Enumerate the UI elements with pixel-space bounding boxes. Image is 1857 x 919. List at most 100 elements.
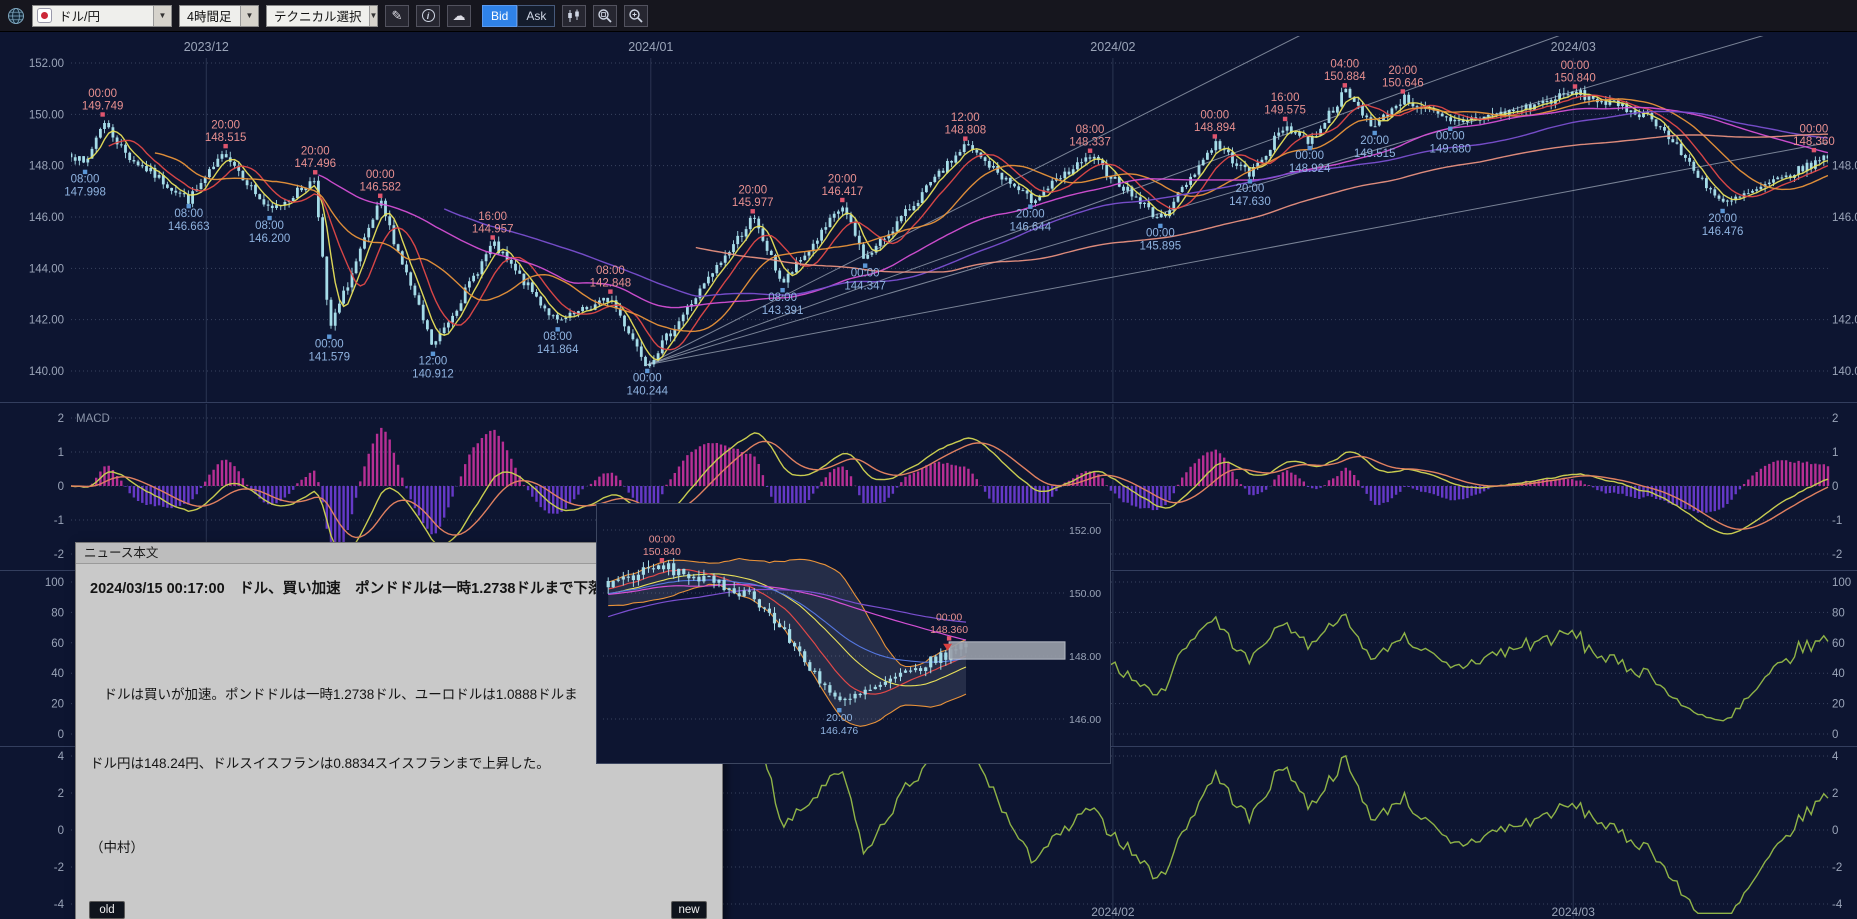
svg-text:2: 2 <box>58 788 64 800</box>
svg-text:148.924: 148.924 <box>1289 163 1331 175</box>
pencil-icon: ✎ <box>392 9 403 22</box>
svg-text:-2: -2 <box>1832 862 1842 874</box>
svg-text:08:00: 08:00 <box>596 265 625 277</box>
ask-button[interactable]: Ask <box>517 5 555 27</box>
cloud-button[interactable]: ☁ <box>447 5 471 27</box>
svg-text:140.244: 140.244 <box>627 386 669 398</box>
svg-text:150.884: 150.884 <box>1324 71 1366 83</box>
svg-text:00:00: 00:00 <box>366 169 395 181</box>
timeframe-value: 4時間足 <box>180 6 240 25</box>
technical-select-button[interactable]: テクニカル選択 ▼ <box>266 5 378 27</box>
svg-text:00:00: 00:00 <box>1561 60 1590 72</box>
trading-app: ドル/円 ▼ 4時間足 ▼ テクニカル選択 ▼ ✎ i ☁ Bid Ask <box>0 0 1857 919</box>
svg-text:MACD: MACD <box>76 413 110 425</box>
chart-type-button[interactable] <box>562 5 586 27</box>
svg-text:-4: -4 <box>1832 899 1843 911</box>
svg-text:145.895: 145.895 <box>1140 241 1182 253</box>
svg-text:152.00: 152.00 <box>1069 525 1101 537</box>
globe-icon <box>7 7 25 25</box>
svg-text:-2: -2 <box>1832 549 1842 561</box>
svg-text:2: 2 <box>58 413 64 425</box>
svg-text:146.663: 146.663 <box>168 221 210 233</box>
svg-text:20:00: 20:00 <box>211 119 240 131</box>
svg-text:20: 20 <box>1832 699 1845 711</box>
svg-text:80: 80 <box>1832 607 1845 619</box>
svg-text:20:00: 20:00 <box>1016 208 1045 220</box>
svg-text:16:00: 16:00 <box>478 211 507 223</box>
svg-text:1: 1 <box>1832 447 1838 459</box>
price-candlestick-chart[interactable]: 152.00150.00148.00146.00144.00142.00140.… <box>0 32 1857 402</box>
svg-text:100: 100 <box>45 577 64 589</box>
svg-text:143.391: 143.391 <box>762 305 804 317</box>
svg-text:142.00: 142.00 <box>29 315 64 327</box>
svg-text:148.360: 148.360 <box>930 624 968 636</box>
svg-text:60: 60 <box>51 638 64 650</box>
svg-text:20:00: 20:00 <box>1708 213 1737 225</box>
old-button[interactable]: old <box>89 901 125 919</box>
svg-text:-4: -4 <box>54 899 65 911</box>
svg-text:144.347: 144.347 <box>844 280 886 292</box>
svg-text:-1: -1 <box>54 515 64 527</box>
svg-text:142.848: 142.848 <box>590 277 632 289</box>
japan-flag-icon <box>37 8 52 23</box>
bid-button[interactable]: Bid <box>482 5 517 27</box>
svg-text:12:00: 12:00 <box>419 356 448 368</box>
svg-text:146.200: 146.200 <box>249 233 291 245</box>
timeframe-select[interactable]: 4時間足 ▼ <box>179 5 259 27</box>
svg-text:20:00: 20:00 <box>1236 183 1265 195</box>
svg-text:08:00: 08:00 <box>71 174 100 186</box>
svg-text:0: 0 <box>58 481 64 493</box>
zoom-range-icon <box>597 8 613 24</box>
svg-text:00:00: 00:00 <box>649 534 675 546</box>
svg-text:141.579: 141.579 <box>308 351 350 363</box>
svg-text:20: 20 <box>51 699 64 711</box>
candlestick-icon <box>566 9 582 23</box>
svg-text:149.749: 149.749 <box>82 100 124 112</box>
svg-text:148.360: 148.360 <box>1793 136 1835 148</box>
svg-text:20:00: 20:00 <box>826 712 852 724</box>
mini-chart-popup[interactable]: 152.00150.00148.00146.0000:00150.84020:0… <box>596 503 1111 764</box>
svg-text:12:00: 12:00 <box>951 112 980 124</box>
svg-text:00:00: 00:00 <box>88 88 117 100</box>
zoom-range-button[interactable] <box>593 5 617 27</box>
dropdown-arrow-icon: ▼ <box>369 6 378 26</box>
zoom-in-button[interactable] <box>624 5 648 27</box>
svg-text:20:00: 20:00 <box>738 185 767 197</box>
zoom-in-icon <box>628 8 644 24</box>
info-button[interactable]: i <box>416 5 440 27</box>
svg-text:1: 1 <box>58 447 64 459</box>
svg-text:-1: -1 <box>1832 515 1842 527</box>
svg-text:146.582: 146.582 <box>359 182 401 194</box>
svg-text:149.515: 149.515 <box>1354 148 1396 160</box>
svg-text:140.00: 140.00 <box>1832 366 1857 378</box>
svg-text:2024/02: 2024/02 <box>1091 905 1135 919</box>
info-icon: i <box>422 9 435 22</box>
svg-text:140.912: 140.912 <box>412 369 454 381</box>
svg-text:0: 0 <box>58 825 64 837</box>
svg-text:20:00: 20:00 <box>828 173 857 185</box>
svg-text:150.646: 150.646 <box>1382 77 1424 89</box>
svg-text:100: 100 <box>1832 577 1851 589</box>
svg-text:146.644: 146.644 <box>1010 221 1052 233</box>
svg-text:150.00: 150.00 <box>1069 588 1101 600</box>
svg-text:147.998: 147.998 <box>64 187 106 199</box>
svg-text:0: 0 <box>1832 729 1838 741</box>
mini-zoom-chart[interactable]: 152.00150.00148.00146.0000:00150.84020:0… <box>597 504 1110 763</box>
svg-text:08:00: 08:00 <box>543 331 572 343</box>
svg-text:-2: -2 <box>54 549 64 561</box>
svg-text:150.840: 150.840 <box>1554 72 1596 84</box>
draw-tool-button[interactable]: ✎ <box>385 5 409 27</box>
svg-text:149.575: 149.575 <box>1264 105 1306 117</box>
main-chart-panel: 152.00150.00148.00146.00144.00142.00140.… <box>0 32 1857 402</box>
svg-text:00:00: 00:00 <box>1200 110 1229 122</box>
svg-text:4: 4 <box>1832 751 1839 763</box>
svg-text:148.337: 148.337 <box>1069 137 1111 149</box>
svg-text:04:00: 04:00 <box>1330 59 1359 71</box>
svg-text:16:00: 16:00 <box>1271 92 1300 104</box>
svg-text:0: 0 <box>1832 825 1838 837</box>
new-button[interactable]: new <box>671 901 707 919</box>
svg-text:60: 60 <box>1832 638 1845 650</box>
news-window-title: ニュース本文 <box>84 546 158 560</box>
currency-pair-select[interactable]: ドル/円 ▼ <box>32 5 172 27</box>
svg-text:152.00: 152.00 <box>29 58 64 70</box>
